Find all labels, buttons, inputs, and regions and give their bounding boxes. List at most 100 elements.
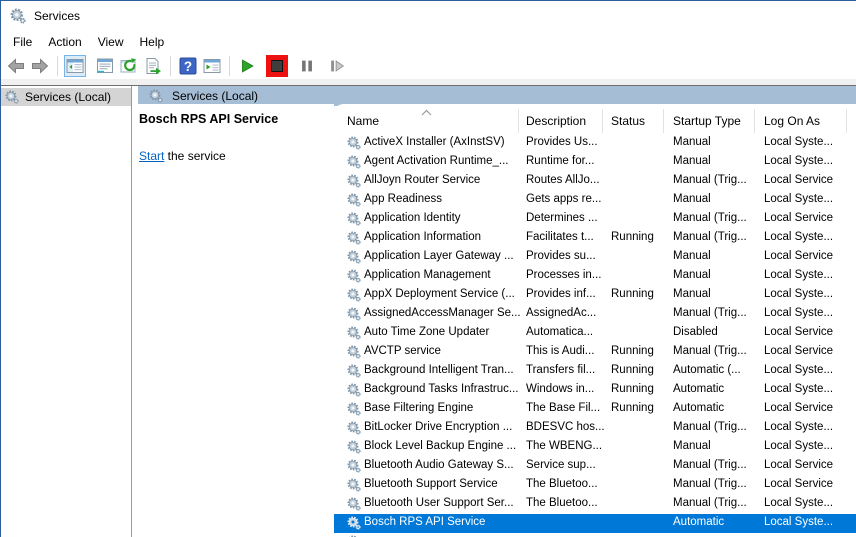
cell-name: Block Level Backup Engine ... [364,440,524,452]
service-gear-icon [347,307,362,322]
column-header-status[interactable]: Status [611,114,645,128]
cell-name: AllJoyn Router Service [364,174,524,186]
table-row[interactable]: App ReadinessGets apps re...ManualLocal … [334,191,856,210]
cell-description: The Bluetoo... [526,497,607,509]
cell-startup-type: Manual [673,193,761,205]
cell-name: Bluetooth Audio Gateway S... [364,459,524,471]
menu-action[interactable]: Action [40,32,89,52]
selected-service-title: Bosch RPS API Service [138,104,334,126]
properties-button[interactable] [94,55,116,77]
column-divider[interactable] [846,109,847,133]
menu-help[interactable]: Help [132,32,173,52]
column-divider[interactable] [754,109,755,133]
table-row[interactable]: Auto Time Zone UpdaterAutomatica...Disab… [334,324,856,343]
cell-name: Bluetooth Support Service [364,478,524,490]
toolbar-separator [57,56,58,76]
column-divider[interactable] [518,109,519,133]
cell-name: Application Information [364,231,524,243]
table-row[interactable]: Agent Activation Runtime_...Runtime for.… [334,153,856,172]
window-title: Services [34,9,80,23]
cell-log-on-as: Local Syste... [764,516,854,528]
cell-log-on-as: Local Service [764,250,854,262]
table-row[interactable]: Bluetooth Support ServiceThe Bluetoo...M… [334,476,856,495]
table-row[interactable]: ActiveX Installer (AxInstSV)Provides Us.… [334,134,856,153]
table-row[interactable]: Application InformationFacilitates t...R… [334,229,856,248]
back-button[interactable] [5,55,27,77]
show-hide-console-tree-button[interactable] [64,55,86,77]
table-row[interactable]: AllJoyn Router ServiceRoutes AllJo...Man… [334,172,856,191]
table-row[interactable]: Block Level Backup Engine ...The WBENG..… [334,438,856,457]
table-row[interactable]: AVCTP serviceThis is Audi...RunningManua… [334,343,856,362]
back-arrow-icon [9,60,24,73]
export-list-button[interactable] [142,55,164,77]
refresh-button[interactable] [118,55,140,77]
table-row[interactable]: AppX Deployment Service (...Provides inf… [334,286,856,305]
service-gear-icon [347,231,362,246]
column-divider[interactable] [602,109,603,133]
forward-button[interactable] [29,55,51,77]
cell-status: Running [611,231,669,243]
table-row[interactable]: BitLocker Drive Encryption ...BDESVC hos… [334,419,856,438]
cell-startup-type: Manual (Trig... [673,307,761,319]
cell-startup-type: Manual (Trig... [673,345,761,357]
title-bar: Services [1,1,856,31]
cell-startup-type: Automatic (... [673,364,761,376]
column-header-name[interactable]: Name [347,114,379,128]
pause-service-button[interactable] [296,55,318,77]
menu-view[interactable]: View [90,32,132,52]
table-row[interactable]: Application IdentityDetermines ...Manual… [334,210,856,229]
table-row[interactable]: Bosch RPS API ServiceAutomaticLocal Syst… [334,514,856,533]
table-row[interactable]: Bluetooth Audio Gateway S...Service sup.… [334,457,856,476]
panel-header-title: Services (Local) [172,89,258,103]
cell-description: Runtime for... [526,155,607,167]
cell-log-on-as: Local Service [764,212,854,224]
cell-startup-type: Manual [673,288,761,300]
restart-service-button[interactable] [326,55,348,77]
cell-name: Application Layer Gateway ... [364,250,524,262]
cell-name: ActiveX Installer (AxInstSV) [364,136,524,148]
cell-description: Gets apps re... [526,193,607,205]
cell-name: Application Management [364,269,524,281]
column-header-startup-type[interactable]: Startup Type [673,114,741,128]
cell-startup-type: Manual [673,155,761,167]
help-button[interactable]: ? [177,55,199,77]
table-row[interactable]: Application ManagementProcesses in...Man… [334,267,856,286]
stop-icon [272,61,283,72]
stop-service-button[interactable] [266,55,288,77]
table-row[interactable]: Base Filtering EngineThe Base Fil...Runn… [334,400,856,419]
table-row[interactable]: Background Tasks Infrastruc...Windows in… [334,381,856,400]
services-gear-icon [149,89,163,103]
tree-item-services-local[interactable]: Services (Local) [1,88,131,106]
table-row[interactable]: AssignedAccessManager Se...AssignedAc...… [334,305,856,324]
table-row[interactable]: Background Intelligent Tran...Transfers … [334,362,856,381]
column-header-log-on-as[interactable]: Log On As [764,114,820,128]
service-gear-icon [347,440,362,455]
column-divider[interactable] [663,109,664,133]
menu-file[interactable]: File [5,32,40,52]
cell-log-on-as: Local Service [764,459,854,471]
help-icon: ? [178,56,198,76]
column-header-description[interactable]: Description [526,114,586,128]
cell-log-on-as: Local Service [764,174,854,186]
cell-log-on-as: Local Syste... [764,383,854,395]
show-extended-view-button[interactable] [201,55,223,77]
table-row-partial[interactable] [334,533,856,537]
start-service-link[interactable]: Start [139,149,164,163]
service-gear-icon [347,345,362,360]
play-icon [243,60,253,72]
toolbar-separator [229,56,230,76]
service-gear-icon [347,459,362,474]
cell-status: Running [611,345,669,357]
cell-log-on-as: Local Service [764,478,854,490]
start-service-button[interactable] [236,55,258,77]
cell-description: Automatica... [526,326,607,338]
cell-description: Determines ... [526,212,607,224]
cell-description: Provides Us... [526,136,607,148]
table-row[interactable]: Application Layer Gateway ...Provides su… [334,248,856,267]
cell-name: Background Intelligent Tran... [364,364,524,376]
service-gear-icon [347,269,362,284]
cell-log-on-as: Local Syste... [764,155,854,167]
cell-name: Bluetooth User Support Ser... [364,497,524,509]
table-row[interactable]: Bluetooth User Support Ser...The Bluetoo… [334,495,856,514]
cell-log-on-as: Local Service [764,402,854,414]
